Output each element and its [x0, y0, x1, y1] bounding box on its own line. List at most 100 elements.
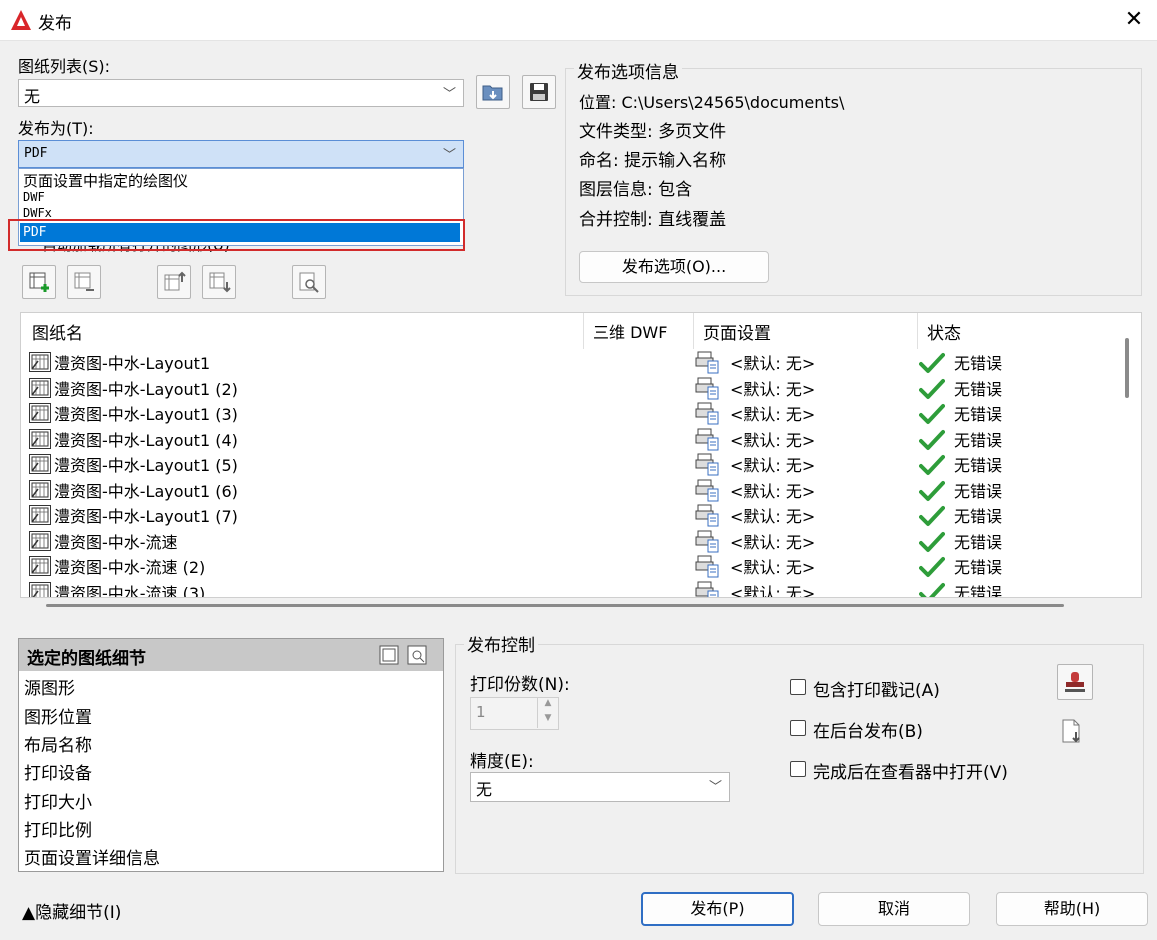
background-publish-checkbox[interactable] — [790, 720, 806, 736]
page-setup-value[interactable]: <默认: 无> — [730, 580, 815, 598]
page-setup-value[interactable]: <默认: 无> — [730, 350, 815, 374]
page-setup-value[interactable]: <默认: 无> — [730, 401, 815, 425]
status-value: 无错误 — [954, 532, 1003, 552]
status-value: 无错误 — [954, 430, 1003, 450]
move-down-button[interactable] — [202, 265, 236, 299]
dropdown-item[interactable]: DWF — [23, 190, 45, 204]
page-setup-value[interactable]: <默认: 无> — [730, 554, 815, 578]
add-sheet-icon — [29, 272, 49, 292]
page-setup-value[interactable]: <默认: 无> — [730, 529, 815, 553]
help-button[interactable]: 帮助(H) — [996, 892, 1148, 926]
move-up-button[interactable] — [157, 265, 191, 299]
details-title: 选定的图纸细节 — [27, 649, 146, 669]
sheet-name: 澧资图-中水-Layout1 (6) — [54, 481, 238, 501]
column-header-status[interactable]: 状态 — [927, 319, 961, 344]
page-setup-value[interactable]: <默认: 无> — [730, 427, 815, 451]
autocad-logo-icon — [10, 9, 32, 31]
publish-as-label: 发布为(T): — [18, 119, 94, 138]
sheet-list-combo[interactable]: 无 ﹀ — [18, 79, 464, 107]
table-row[interactable]: 澧资图-中水-流速 (2) <默认: 无> 无错误 — [21, 553, 1121, 578]
check-icon — [919, 582, 945, 597]
column-separator — [917, 313, 918, 349]
layer-info: 图层信息: 包含 — [579, 180, 693, 200]
stamp-icon — [1065, 672, 1085, 692]
status-value: 无错误 — [954, 507, 1003, 526]
naming-info: 命名: 提示输入名称 — [579, 151, 727, 171]
add-sheets-button[interactable] — [22, 265, 56, 299]
horizontal-scrollbar[interactable] — [46, 604, 1064, 607]
remove-sheets-button[interactable] — [67, 265, 101, 299]
include-stamp-checkbox[interactable] — [790, 679, 806, 695]
sheet-name: 澧资图-中水-Layout1 (5) — [54, 456, 238, 475]
sheet-list-table[interactable]: 图纸名 三维 DWF 页面设置 状态 澧资图-中水-Layout1 <默认: 无>… — [20, 312, 1142, 598]
window-title: 发布 — [38, 14, 72, 34]
close-icon[interactable]: ✕ — [1120, 6, 1148, 34]
preview-icon — [299, 272, 319, 293]
precision-combo[interactable]: 无 ﹀ — [470, 772, 730, 802]
sheet-name: 澧资图-中水-Layout1 (3) — [54, 405, 238, 424]
spin-down-icon[interactable]: ▼ — [537, 713, 558, 728]
move-up-icon — [164, 271, 186, 291]
copies-spinner[interactable]: 1 ▲ ▼ — [470, 697, 559, 730]
page-setup-value[interactable]: <默认: 无> — [730, 503, 815, 527]
sheet-name: 澧资图-中水-Layout1 (7) — [54, 507, 238, 526]
table-row[interactable]: 澧资图-中水-流速 <默认: 无> 无错误 — [21, 528, 1121, 553]
dropdown-item[interactable]: 页面设置中指定的绘图仪 — [23, 170, 188, 191]
highlight-box — [8, 219, 465, 251]
sheet-name: 澧资图-中水-Layout1 (2) — [54, 379, 238, 399]
column-header-sheet-name[interactable]: 图纸名 — [32, 319, 83, 344]
sheet-list-label: 图纸列表(S): — [18, 57, 111, 76]
publish-button[interactable]: 发布(P) — [641, 892, 794, 926]
hide-details-toggle[interactable]: ▲隐藏细节(I) — [22, 898, 121, 923]
title-bar: 发布 ✕ — [0, 0, 1157, 41]
sheet-name: 澧资图-中水-流速 (2) — [54, 558, 206, 577]
sheet-icon — [29, 403, 51, 427]
publish-options-button[interactable]: 发布选项(O)... — [579, 251, 769, 283]
table-row[interactable]: 澧资图-中水-Layout1 (2) <默认: 无> 无错误 — [21, 375, 1121, 400]
table-row[interactable]: 澧资图-中水-流速 (3) <默认: 无> 无错误 — [21, 579, 1121, 598]
table-row[interactable]: 澧资图-中水-Layout1 (5) <默认: 无> 无错误 — [21, 451, 1121, 476]
sheet-icon — [29, 581, 51, 597]
table-row[interactable]: 澧资图-中水-Layout1 <默认: 无> 无错误 — [21, 349, 1121, 374]
status-value: 无错误 — [954, 456, 1003, 475]
sheet-details-panel: 选定的图纸细节 源图形 图形位置 布局名称 打印设备 打印大小 打印比例 页面设… — [18, 638, 444, 872]
merge-control-info: 合并控制: 直线覆盖 — [579, 210, 727, 230]
save-sheet-list-button[interactable] — [522, 75, 556, 109]
sheet-icon — [29, 377, 51, 402]
table-row[interactable]: 澧资图-中水-Layout1 (6) <默认: 无> 无错误 — [21, 477, 1121, 502]
status-value: 无错误 — [954, 558, 1003, 577]
spin-up-icon[interactable]: ▲ — [537, 698, 558, 713]
table-row[interactable]: 澧资图-中水-Layout1 (4) <默认: 无> 无错误 — [21, 426, 1121, 451]
open-viewer-checkbox[interactable] — [790, 761, 806, 777]
vertical-scrollbar-thumb[interactable] — [1125, 338, 1129, 398]
detail-plot-size: 打印大小 — [24, 793, 92, 813]
cancel-button[interactable]: 取消 — [818, 892, 970, 926]
stamp-settings-button[interactable] — [1057, 664, 1093, 700]
table-row[interactable]: 澧资图-中水-Layout1 (3) <默认: 无> 无错误 — [21, 400, 1121, 425]
save-icon — [530, 83, 548, 101]
page-setup-value[interactable]: <默认: 无> — [730, 376, 815, 400]
include-stamp-label[interactable]: 包含打印戳记(A) — [813, 676, 940, 701]
details-header: 选定的图纸细节 — [19, 639, 443, 671]
page-setup-value[interactable]: <默认: 无> — [730, 452, 815, 476]
background-publish-label[interactable]: 在后台发布(B) — [813, 717, 923, 742]
column-header-page-setup[interactable]: 页面设置 — [703, 319, 771, 344]
preview-button[interactable] — [292, 265, 326, 299]
precision-value: 无 — [476, 780, 493, 799]
details-view-icon[interactable] — [379, 645, 399, 669]
open-viewer-label[interactable]: 完成后在查看器中打开(V) — [813, 758, 1008, 783]
detail-drawing-location: 图形位置 — [24, 708, 92, 728]
move-down-icon — [209, 272, 231, 293]
publish-as-combo[interactable]: PDF ﹀ — [18, 140, 464, 168]
dropdown-item[interactable]: DWFx — [23, 206, 52, 220]
column-header-3d-dwf[interactable]: 三维 DWF — [593, 319, 667, 343]
precision-label: 精度(E): — [470, 752, 534, 772]
load-sheet-list-button[interactable] — [476, 75, 510, 109]
background-publish-icon — [1059, 718, 1091, 752]
table-row[interactable]: 澧资图-中水-Layout1 (7) <默认: 无> 无错误 — [21, 502, 1121, 527]
column-separator — [693, 313, 694, 349]
remove-sheet-icon — [74, 272, 94, 291]
details-preview-icon[interactable] — [407, 645, 427, 669]
page-setup-value[interactable]: <默认: 无> — [730, 478, 815, 502]
sheet-name: 澧资图-中水-流速 — [54, 532, 178, 552]
